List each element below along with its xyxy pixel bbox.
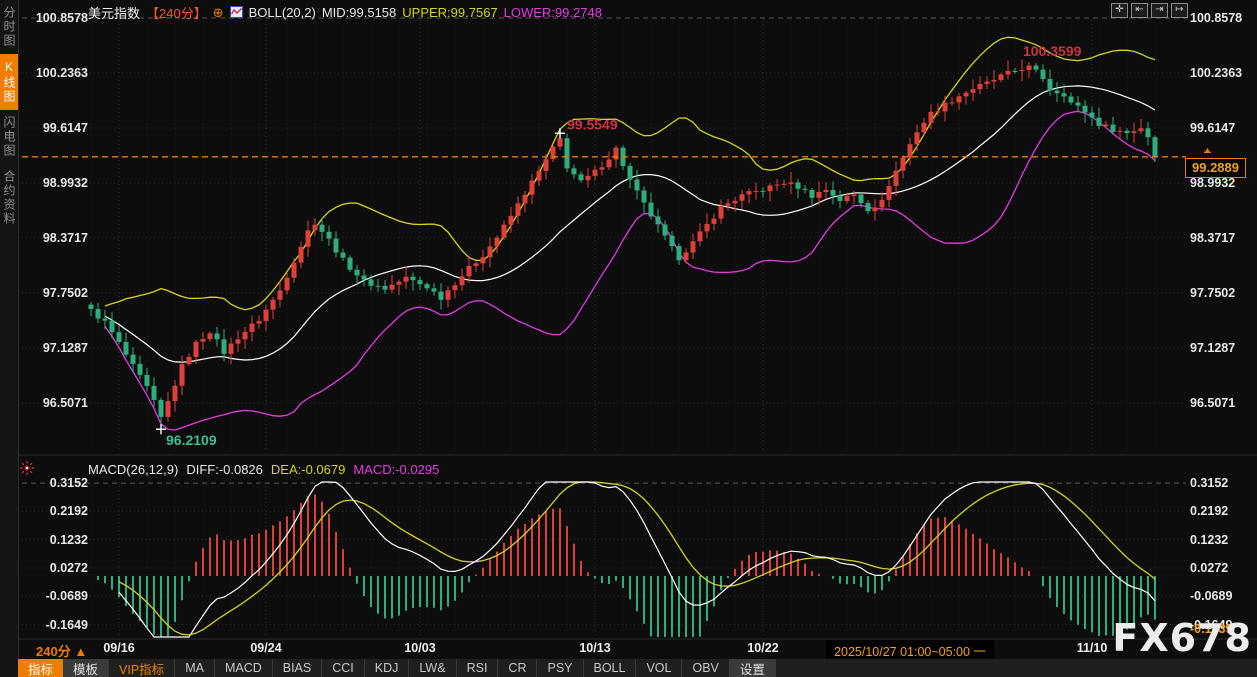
macd-axis-label-left: 0.1232	[49, 532, 88, 547]
toolbar-button-RSI[interactable]: RSI	[457, 659, 499, 677]
price-axis-label-left: 98.9932	[42, 175, 88, 190]
chart-window: 99.5549 100.3599 96.2109 分时图 K线图 闪电图 合约资料 美元指…	[0, 0, 1257, 677]
price-axis-label-left: 99.6147	[42, 121, 88, 135]
indicator-toolbar: 指标 模板 VIP指标 MA MACD BIAS CCI KDJ LW& RSI CR PSY BOLL…	[18, 659, 1257, 677]
boll-label: BOLL(20,2)	[248, 4, 316, 20]
sidebar-tab-分时图[interactable]: 分时图	[0, 0, 18, 54]
price-axis-label-left: 98.3717	[42, 230, 88, 245]
toolbar-button-MACD[interactable]: MACD	[215, 659, 273, 677]
period-selector-arrow-icon: ▲	[74, 644, 88, 659]
macd-label: MACD(26,12,9)	[88, 462, 179, 477]
toolbar-button-VIP指标[interactable]: VIP指标	[109, 659, 176, 677]
price-axis-label-left: 97.7502	[42, 285, 88, 300]
move-chart-icon[interactable]: ✛	[1111, 3, 1128, 18]
toolbar-button-LW&[interactable]: LW&	[409, 659, 457, 677]
goto-latest-icon[interactable]: ↦	[1171, 3, 1188, 18]
period-selector[interactable]: 240分 ▲	[36, 641, 87, 660]
collapse-indicator-icon[interactable]: ⊕	[213, 6, 224, 19]
sidebar-tab-合约资料[interactable]: 合约资料	[0, 164, 18, 232]
expand-x-icon[interactable]: ⇥	[1151, 3, 1168, 18]
macd-axis-label-right: -0.0689	[1190, 589, 1233, 604]
date-tick-label: 09/24	[250, 641, 282, 655]
toolbar-button-MA[interactable]: MA	[175, 659, 215, 677]
price-axis-label-right: 96.5071	[1190, 395, 1236, 410]
date-tick-label: 10/22	[747, 641, 779, 655]
price-axis-label-right: 100.2363	[1190, 65, 1243, 80]
date-tick-label: 10/03	[404, 641, 436, 655]
toolbar-button-指标[interactable]: 指标	[18, 659, 64, 677]
period-high-annotation: 100.3599	[1023, 43, 1082, 59]
chart-header: 美元指数 【240分】 ⊕ BOLL(20,2) MID:99.5158 UPP…	[88, 4, 602, 21]
period-badge: 【240分】	[146, 5, 207, 21]
price-axis-label-right: 98.3717	[1190, 230, 1236, 245]
price-axis-label-right: 100.8578	[1190, 11, 1243, 25]
date-tick-label: 11/10	[1076, 641, 1108, 655]
toolbar-button-VOL[interactable]: VOL	[636, 659, 683, 677]
price-axis-label-left: 96.5071	[42, 395, 88, 410]
macd-axis-label-left: 0.0272	[49, 560, 88, 575]
toolbar-button-设置[interactable]: 设置	[729, 659, 776, 677]
price-axis-label-right: 97.7502	[1190, 285, 1236, 300]
date-tick-label: 09/16	[103, 641, 135, 655]
sidebar-tab-闪电图[interactable]: 闪电图	[0, 110, 18, 164]
period-selector-label: 240分	[36, 644, 71, 659]
macd-diff-value: DIFF:-0.0826	[186, 462, 263, 477]
toolbar-button-模板[interactable]: 模板	[63, 659, 110, 677]
macd-macd-value: MACD:-0.0295	[353, 462, 440, 477]
macd-axis-label-left: 0.3152	[49, 476, 88, 491]
date-tick-label: 10/13	[579, 641, 611, 655]
macd-axis-label-left: -0.1649	[45, 617, 88, 632]
price-axis-label-left: 100.8578	[35, 11, 88, 25]
macd-header: MACD(26,12,9) DIFF:-0.0826 DEA:-0.0679 M…	[88, 462, 439, 477]
indicator-settings-icon[interactable]	[20, 461, 34, 475]
boll-upper-value: UPPER:99.7567	[402, 4, 498, 20]
current-price-badge: 99.2889	[1185, 157, 1246, 178]
price-axis-label-left: 97.1287	[42, 340, 88, 355]
toolbar-button-PSY[interactable]: PSY	[537, 659, 584, 677]
boll-indicator-icon	[229, 6, 243, 18]
sidebar-tab-K线图[interactable]: K线图	[0, 54, 18, 110]
toolbar-button-CCI[interactable]: CCI	[322, 659, 365, 677]
macd-axis-label-left: 0.2192	[49, 504, 88, 519]
macd-axis-label-right: 0.0272	[1190, 560, 1229, 575]
macd-axis-label-right: 0.2192	[1190, 504, 1229, 519]
toolbar-button-KDJ[interactable]: KDJ	[365, 659, 410, 677]
price-axis-label-right: 99.6147	[1190, 121, 1236, 135]
time-axis: 240分 ▲ 09/16 09/24 10/03 10/13 10/22 2025/10/…	[18, 640, 1257, 662]
price-axis-label-right: 97.1287	[1190, 340, 1236, 355]
fx678-watermark: FX678	[1112, 616, 1252, 660]
boll-mid-value: MID:99.5158	[321, 4, 397, 20]
symbol-name: 美元指数	[88, 5, 141, 21]
candlestick-chart-canvas[interactable]: 99.5549 100.3599 96.2109	[0, 0, 1257, 677]
price-axis-label-left: 100.2363	[35, 65, 88, 80]
high-price-annotation: 99.5549	[567, 116, 618, 132]
compress-x-icon[interactable]: ⇤	[1131, 3, 1148, 18]
macd-axis-label-left: -0.0689	[45, 589, 88, 604]
toolbar-button-BOLL[interactable]: BOLL	[584, 659, 637, 677]
chart-toolbox: ✛ ⇤ ⇥ ↦	[1111, 3, 1188, 18]
toolbar-button-OBV[interactable]: OBV	[682, 659, 730, 677]
toolbar-button-CR[interactable]: CR	[498, 659, 538, 677]
macd-axis-label-right: 0.3152	[1190, 476, 1229, 491]
boll-lower-value: LOWER:99.2748	[503, 4, 602, 20]
toolbar-button-BIAS[interactable]: BIAS	[273, 659, 323, 677]
macd-axis-label-right: 0.1232	[1190, 532, 1229, 547]
price-axis-label-right: 98.9932	[1190, 175, 1236, 190]
low-price-annotation: 96.2109	[166, 432, 217, 448]
chart-type-sidebar: 分时图 K线图 闪电图 合约资料	[0, 0, 19, 677]
macd-dea-value: DEA:-0.0679	[270, 462, 346, 477]
